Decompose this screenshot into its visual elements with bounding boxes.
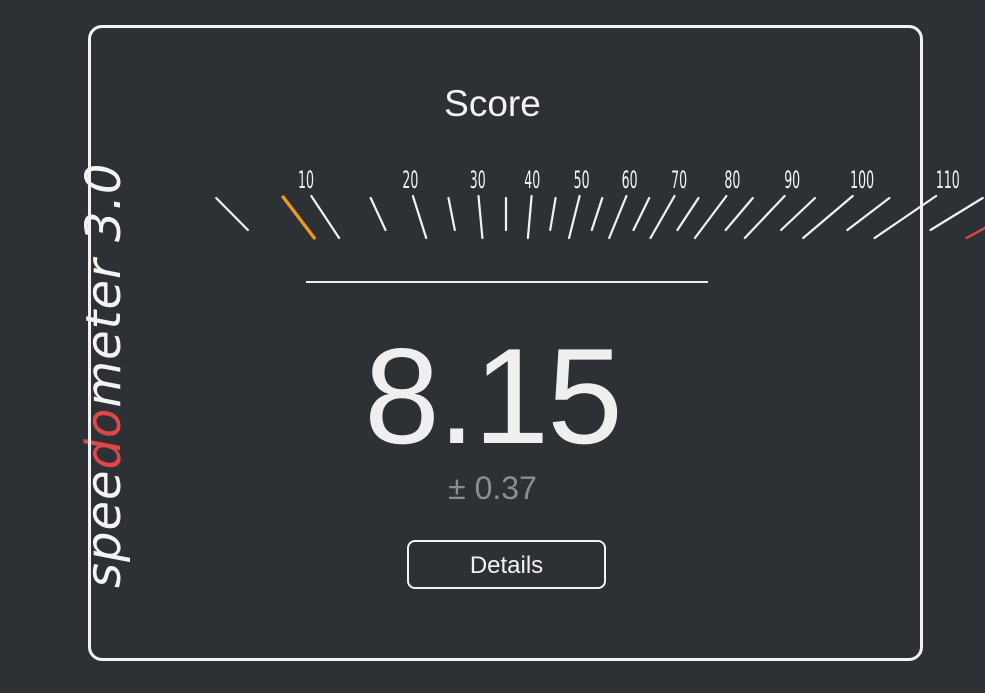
gauge-tick [310, 194, 341, 240]
gauge-tick [649, 194, 676, 240]
gauge-tick-label: 60 [622, 166, 638, 194]
gauge-tick-label: 80 [724, 166, 740, 194]
gauge-tick-label: 70 [671, 166, 687, 194]
gauge-tick [447, 196, 456, 232]
gauge-tick-label: 100 [850, 166, 874, 194]
gauge-labels: 0102030405060708090100110120130140 [298, 166, 960, 194]
gauge-tick-label: 20 [402, 166, 418, 194]
divider [306, 281, 708, 283]
gauge-tick [590, 196, 604, 232]
gauge-tick [779, 196, 817, 232]
gauge-tick [743, 194, 786, 240]
gauge-tick [567, 194, 581, 240]
gauge-tick-label: 110 [936, 166, 960, 194]
gauge-tick [477, 194, 484, 240]
score-error: ± 0.37 [448, 470, 537, 506]
speed-gauge: 0102030405060708090100110120130140 [215, 166, 985, 240]
gauge-ticks [215, 194, 985, 240]
gauge-tick [676, 196, 700, 232]
gauge-tick [693, 194, 728, 240]
gauge-tick [929, 196, 984, 232]
gauge-needle [281, 195, 316, 240]
gauge-tick [369, 196, 387, 232]
gauge-tick [724, 196, 754, 232]
gauge-tick [632, 196, 651, 232]
gauge-tick-label: 10 [298, 166, 314, 194]
gauge-tick [215, 196, 249, 232]
gauge-tick-label: 90 [784, 166, 800, 194]
gauge-tick [846, 196, 891, 232]
gauge-tick-label: 50 [574, 166, 590, 194]
gauge-tick-label: 30 [470, 166, 486, 194]
gauge-tick [549, 196, 557, 232]
gauge-tick [608, 194, 628, 240]
gauge-needle-line [281, 195, 316, 240]
gauge-tick-label: 40 [524, 166, 540, 194]
gauge-tick [526, 194, 533, 240]
gauge-tick [411, 194, 428, 240]
score-value: 8.15 [364, 320, 623, 472]
details-button[interactable]: Details [407, 540, 606, 589]
